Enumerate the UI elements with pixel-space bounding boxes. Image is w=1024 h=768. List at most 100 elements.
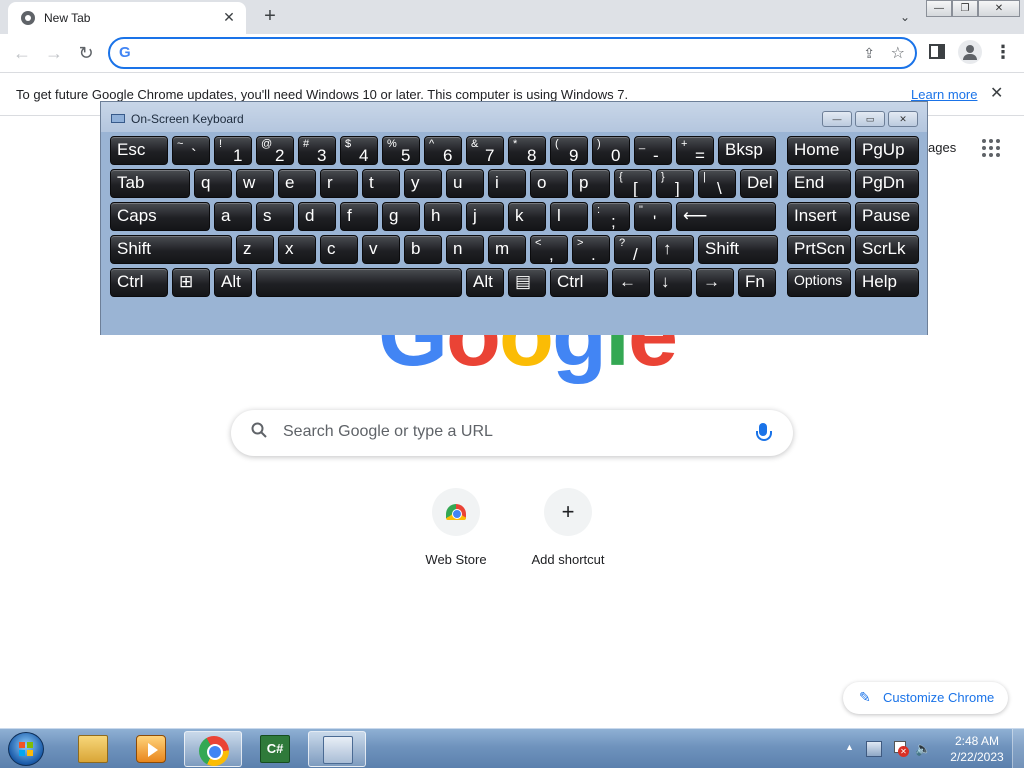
key-ctrl[interactable]: Ctrl — [550, 268, 608, 297]
key-insert[interactable]: Insert — [787, 202, 851, 231]
key-del[interactable]: Del — [740, 169, 778, 198]
key-space[interactable] — [256, 268, 462, 297]
key-.[interactable]: >. — [572, 235, 610, 264]
key-↓[interactable]: ↓ — [654, 268, 692, 297]
key-u[interactable]: u — [446, 169, 484, 198]
key-8[interactable]: * 8 — [508, 136, 546, 165]
taskbar-media-player[interactable] — [122, 731, 180, 767]
customize-chrome-button[interactable]: ✎ Customize Chrome — [843, 682, 1008, 714]
key-`[interactable]: ~ ` — [172, 136, 210, 165]
key-help[interactable]: Help — [855, 268, 919, 297]
minimize-button[interactable]: — — [926, 0, 952, 17]
close-window-button[interactable]: ✕ — [978, 0, 1020, 17]
new-tab-button[interactable]: + — [258, 4, 282, 28]
key-=[interactable]: + = — [676, 136, 714, 165]
images-link[interactable]: ages — [928, 140, 956, 155]
start-button[interactable] — [8, 732, 44, 766]
side-panel-icon[interactable] — [929, 44, 945, 59]
voice-search-mic-icon[interactable] — [756, 423, 772, 441]
key-⟵[interactable]: ⟵ — [676, 202, 776, 231]
key-y[interactable]: y — [404, 169, 442, 198]
key-4[interactable]: $4 — [340, 136, 378, 165]
key-end[interactable]: End — [787, 169, 851, 198]
key-;[interactable]: :; — [592, 202, 630, 231]
chrome-menu-icon[interactable]: ⋮ — [994, 41, 1012, 63]
key-→[interactable]: → — [696, 268, 734, 297]
key-6[interactable]: ^ 6 — [424, 136, 462, 165]
google-apps-icon[interactable] — [982, 139, 1000, 157]
key-3[interactable]: #3 — [298, 136, 336, 165]
key-options[interactable]: Options — [787, 268, 851, 297]
show-hidden-icons-button[interactable]: ▲ — [845, 742, 854, 752]
key-e[interactable]: e — [278, 169, 316, 198]
key-v[interactable]: v — [362, 235, 400, 264]
key-bksp[interactable]: Bksp — [718, 136, 776, 165]
key-caps[interactable]: Caps — [110, 202, 210, 231]
key-r[interactable]: r — [320, 169, 358, 198]
key-[[interactable]: {[ — [614, 169, 652, 198]
key-prtscn[interactable]: PrtScn — [787, 235, 851, 264]
key-g[interactable]: g — [382, 202, 420, 231]
key-7[interactable]: & 7 — [466, 136, 504, 165]
shortcut-add[interactable]: + Add shortcut — [512, 488, 624, 578]
key-c[interactable]: c — [320, 235, 358, 264]
taskbar-clock[interactable]: 2:48 AM 2/22/2023 — [944, 733, 1010, 765]
infobar-close-icon[interactable]: ✕ — [990, 83, 1003, 103]
key-pgup[interactable]: PgUp — [855, 136, 919, 165]
key-alt[interactable]: Alt — [466, 268, 504, 297]
key-i[interactable]: i — [488, 169, 526, 198]
taskbar-explorer[interactable] — [64, 731, 122, 767]
key--[interactable]: _ - — [634, 136, 672, 165]
tab-close-icon[interactable]: ✕ — [220, 8, 238, 26]
tab-new-tab[interactable]: New Tab ✕ — [8, 2, 246, 34]
taskbar-chrome[interactable] — [184, 731, 242, 767]
key-↑[interactable]: ↑ — [656, 235, 694, 264]
key-s[interactable]: s — [256, 202, 294, 231]
key-'[interactable]: " ' — [634, 202, 672, 231]
key-j[interactable]: j — [466, 202, 504, 231]
network-icon[interactable] — [866, 741, 882, 757]
shortcut-web-store[interactable]: Web Store — [400, 488, 512, 578]
key-d[interactable]: d — [298, 202, 336, 231]
key-l[interactable]: l — [550, 202, 588, 231]
address-bar[interactable]: G ⇪ ☆ — [108, 37, 917, 69]
reload-button[interactable]: ↻ — [73, 40, 99, 66]
key-0[interactable]: ) 0 — [592, 136, 630, 165]
key-←[interactable]: ← — [612, 268, 650, 297]
key-shift[interactable]: Shift — [698, 235, 778, 264]
key-\[interactable]: | \ — [698, 169, 736, 198]
key-m[interactable]: m — [488, 235, 526, 264]
key-z[interactable]: z — [236, 235, 274, 264]
ntp-search-box[interactable] — [231, 410, 793, 456]
tab-search-button[interactable]: ⌄ — [894, 6, 916, 28]
key-esc[interactable]: Esc — [110, 136, 168, 165]
ntp-search-input[interactable] — [283, 423, 733, 441]
key-a[interactable]: a — [214, 202, 252, 231]
action-center-flag-icon[interactable] — [892, 741, 909, 757]
key-f[interactable]: f — [340, 202, 378, 231]
key-2[interactable]: @2 — [256, 136, 294, 165]
key-9[interactable]: (9 — [550, 136, 588, 165]
bookmark-star-icon[interactable]: ☆ — [891, 43, 905, 63]
osk-minimize-button[interactable]: — — [822, 111, 852, 127]
osk-restore-button[interactable]: ▭ — [855, 111, 885, 127]
key-][interactable]: }] — [656, 169, 694, 198]
key-h[interactable]: h — [424, 202, 462, 231]
profile-avatar-icon[interactable] — [958, 40, 982, 64]
key-b[interactable]: b — [404, 235, 442, 264]
key-home[interactable]: Home — [787, 136, 851, 165]
key-fn[interactable]: Fn — [738, 268, 776, 297]
restore-button[interactable]: ❐ — [952, 0, 978, 17]
taskbar-csharp[interactable]: C# — [246, 731, 304, 767]
key-t[interactable]: t — [362, 169, 400, 198]
key-p[interactable]: p — [572, 169, 610, 198]
forward-button[interactable]: → — [41, 40, 67, 66]
key-alt[interactable]: Alt — [214, 268, 252, 297]
key-scrlk[interactable]: ScrLk — [855, 235, 919, 264]
show-desktop-button[interactable] — [1012, 729, 1024, 768]
key-⊞[interactable]: ⊞ — [172, 268, 210, 297]
volume-icon[interactable]: 🔈 — [915, 741, 931, 757]
key-k[interactable]: k — [508, 202, 546, 231]
key-ctrl[interactable]: Ctrl — [110, 268, 168, 297]
key-tab[interactable]: Tab — [110, 169, 190, 198]
